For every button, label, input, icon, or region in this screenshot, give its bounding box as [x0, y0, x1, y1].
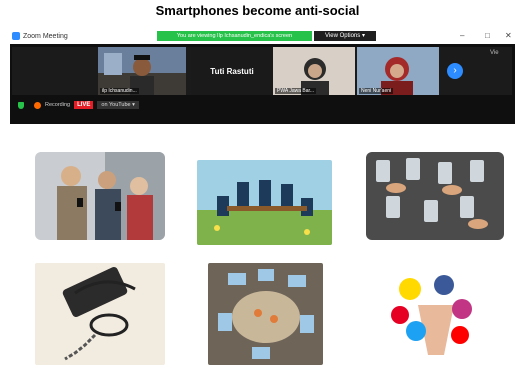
snapchat-icon [399, 278, 421, 300]
zoom-logo-icon [12, 32, 20, 40]
app-title: Zoom Meeting [23, 32, 68, 40]
twitter-icon [406, 321, 426, 341]
recording-label[interactable]: Recording [45, 102, 70, 108]
participant-tile[interactable]: ilp Ichsanudin... [98, 47, 186, 95]
facebook-icon [434, 275, 454, 295]
minimize-button[interactable]: – [460, 31, 464, 40]
youtube-dropdown[interactable]: on YouTube ▾ [97, 101, 139, 109]
side-view-label[interactable]: Vie [490, 50, 499, 56]
hands-with-phones-photo [366, 152, 504, 240]
pinterest-icon [391, 306, 409, 324]
chevron-right-icon[interactable]: › [447, 63, 463, 79]
share-banner: You are viewing Ilp Ichsanudin_endica's … [157, 31, 312, 41]
youtube-icon [451, 326, 469, 344]
close-button[interactable]: ✕ [505, 31, 512, 40]
social-media-icons-illustration [388, 275, 480, 360]
people-on-phones-photo [35, 152, 165, 240]
table-with-devices-photo [208, 263, 323, 365]
participant-name: Neni Nur'aeni [359, 88, 394, 94]
maximize-button[interactable]: □ [485, 31, 490, 40]
participant-name: ilp Ichsanudin... [100, 88, 139, 94]
family-on-bench-illustration [197, 160, 332, 245]
app-title-group: Zoom Meeting [12, 32, 68, 40]
view-options-button[interactable]: View Options ▾ [314, 31, 376, 41]
shield-icon[interactable] [18, 101, 24, 109]
participant-name: PWA Jawa Bar... [275, 88, 317, 94]
participant-tile[interactable]: Neni Nur'aeni [357, 47, 439, 95]
slide-title: Smartphones become anti-social [155, 3, 360, 18]
phone-handcuff-illustration [35, 263, 165, 365]
recording-bar: Recording LIVE on YouTube ▾ [10, 97, 139, 113]
record-dot-icon [34, 101, 41, 109]
participant-tile[interactable]: PWA Jawa Bar... [273, 47, 355, 95]
live-badge[interactable]: LIVE [74, 101, 94, 109]
participant-tile-name-only[interactable]: Tuti Rastuti [191, 47, 273, 95]
instagram-icon [452, 299, 472, 319]
